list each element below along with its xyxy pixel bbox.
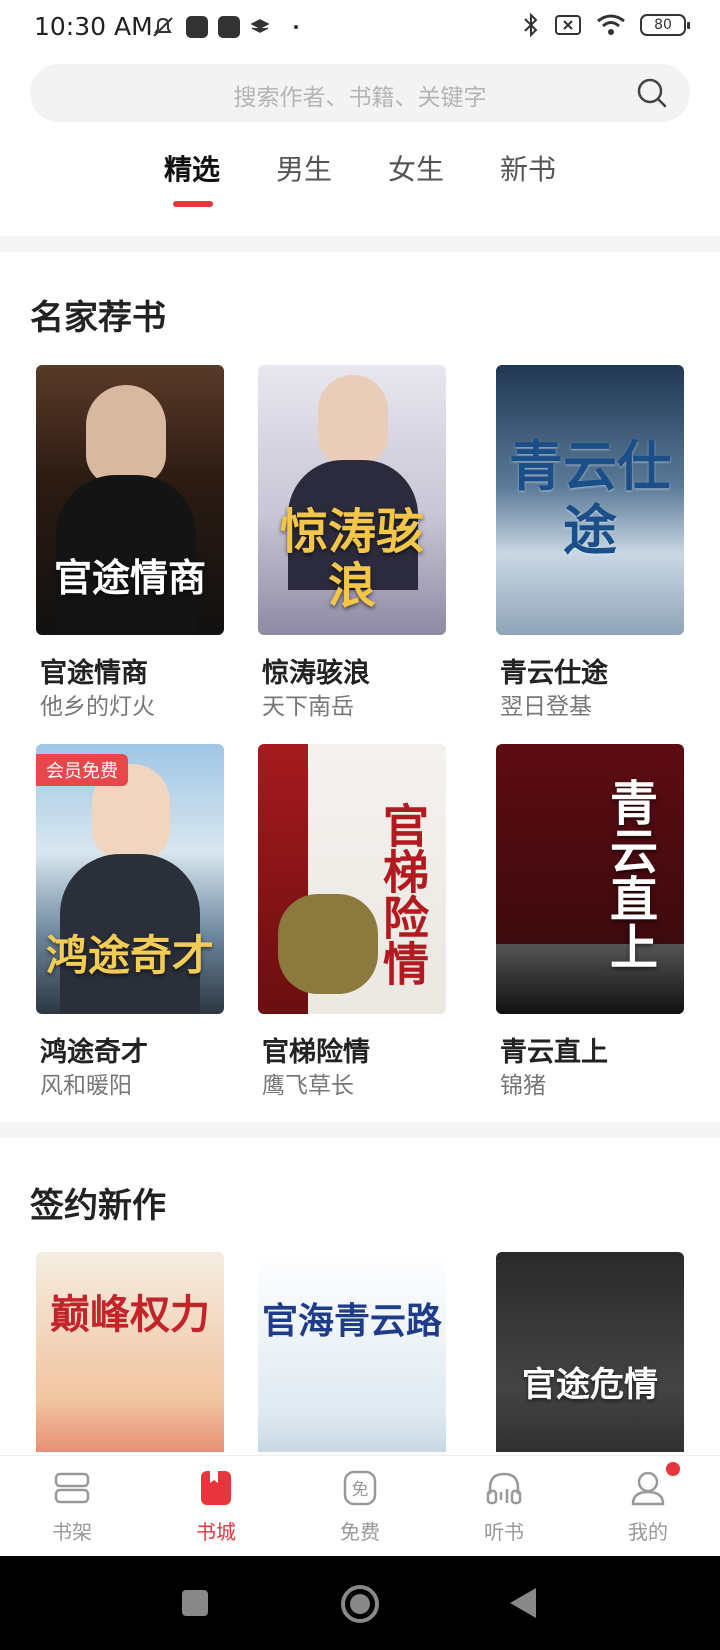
back-icon[interactable] (508, 1586, 538, 1620)
home-icon[interactable] (340, 1584, 380, 1624)
app-notification-icon (218, 16, 240, 38)
cover-title: 惊涛骇浪 (279, 504, 424, 614)
status-time: 10:30 AM (34, 12, 153, 41)
nav-bookshelf[interactable]: 书架 (22, 1468, 122, 1545)
svg-text:免: 免 (352, 1480, 369, 1500)
member-free-badge: 会员免费 (36, 754, 128, 786)
battery-indicator: 80 (640, 14, 690, 36)
book-cover[interactable]: 惊涛骇浪 (258, 365, 446, 635)
active-tab-indicator (173, 201, 213, 207)
book-cover[interactable]: 青云仕途 (496, 365, 684, 635)
bookshelf-icon (54, 1472, 90, 1504)
bookstore-icon (201, 1471, 231, 1505)
mute-icon (153, 17, 173, 37)
nav-bookstore[interactable]: 书城 (166, 1468, 266, 1545)
book-cover[interactable]: 巅峰权力 (36, 1252, 224, 1452)
cover-figure (86, 385, 166, 485)
cover-title: 鸿途奇才 (45, 931, 214, 980)
app-notification-icon (186, 16, 208, 38)
tab-new-books[interactable]: 新书 (500, 148, 556, 188)
dot-icon (294, 25, 298, 29)
book-cover[interactable]: 青云直上 (496, 744, 684, 1014)
book-title[interactable]: 鸿途奇才 (40, 1030, 148, 1069)
book-cover[interactable]: 官海青云路 (258, 1252, 446, 1452)
search-bar[interactable]: 搜索作者、书籍、关键字 (30, 64, 690, 122)
tab-featured[interactable]: 精选 (164, 148, 220, 188)
headphones-icon (486, 1472, 522, 1505)
book-author[interactable]: 锦猪 (500, 1066, 546, 1100)
search-placeholder: 搜索作者、书籍、关键字 (233, 85, 487, 111)
nav-free[interactable]: 免 免费 (310, 1468, 410, 1545)
nav-label: 书架 (52, 1520, 92, 1544)
free-icon: 免 (343, 1470, 377, 1506)
nav-audiobook[interactable]: 听书 (454, 1468, 554, 1545)
system-icons: 80 (522, 12, 690, 38)
book-cover[interactable]: 会员免费 鸿途奇才 (36, 744, 224, 1014)
tab-female[interactable]: 女生 (388, 148, 444, 188)
section-title: 签约新作 (30, 1186, 166, 1226)
nav-label: 书城 (196, 1520, 236, 1544)
nav-profile[interactable]: 我的 (598, 1462, 698, 1545)
cover-title: 青云仕途 (509, 435, 671, 562)
book-title[interactable]: 官途情商 (40, 651, 148, 690)
search-icon[interactable] (636, 77, 668, 109)
book-card[interactable]: 巅峰权力 (36, 1252, 226, 1452)
cover-title: 青云直上 (601, 778, 657, 970)
book-card[interactable]: 官海青云路 (258, 1252, 448, 1452)
nav-label: 免费 (340, 1520, 380, 1544)
book-title[interactable]: 青云仕途 (500, 651, 608, 690)
bluetooth-icon (524, 12, 538, 38)
section-title: 名家荐书 (30, 298, 166, 338)
notification-icons (150, 14, 298, 40)
cover-title: 官途情商 (53, 556, 206, 600)
cover-title: 官海青云路 (261, 1301, 442, 1342)
book-author[interactable]: 他乡的灯火 (40, 687, 155, 721)
book-title[interactable]: 官梯险情 (262, 1030, 370, 1069)
layers-icon (250, 19, 270, 33)
book-author[interactable]: 风和暖阳 (40, 1066, 132, 1100)
book-author[interactable]: 翌日登基 (500, 687, 592, 721)
category-tabs: 精选 男生 女生 新书 (0, 148, 720, 208)
recent-apps-icon[interactable] (180, 1588, 210, 1618)
cover-title: 官途危情 (522, 1365, 658, 1405)
nav-label: 我的 (628, 1520, 668, 1544)
sim-off-icon (555, 15, 581, 35)
bottom-nav: 书架 书城 免 免费 听书 我的 (0, 1455, 720, 1556)
wifi-icon (597, 14, 625, 35)
section-divider (0, 236, 720, 252)
book-cover[interactable]: 官梯险情 (258, 744, 446, 1014)
notification-dot (666, 1462, 680, 1476)
book-card[interactable]: 官途危情 (496, 1252, 686, 1452)
cover-title: 巅峰权力 (50, 1292, 210, 1338)
book-title[interactable]: 青云直上 (500, 1030, 608, 1069)
system-nav-bar (0, 1556, 720, 1650)
tab-male[interactable]: 男生 (276, 148, 332, 188)
profile-icon (631, 1471, 665, 1506)
cover-figure (318, 375, 388, 465)
book-author[interactable]: 鹰飞草长 (262, 1066, 354, 1100)
cover-title: 官梯险情 (376, 802, 430, 986)
book-cover[interactable]: 官途危情 (496, 1252, 684, 1452)
status-bar: 10:30 AM 80 (0, 0, 720, 56)
nav-label: 听书 (484, 1520, 524, 1544)
book-title[interactable]: 惊涛骇浪 (262, 651, 370, 690)
section-divider (0, 1122, 720, 1138)
book-cover[interactable]: 官途情商 (36, 365, 224, 635)
book-author[interactable]: 天下南岳 (262, 687, 354, 721)
